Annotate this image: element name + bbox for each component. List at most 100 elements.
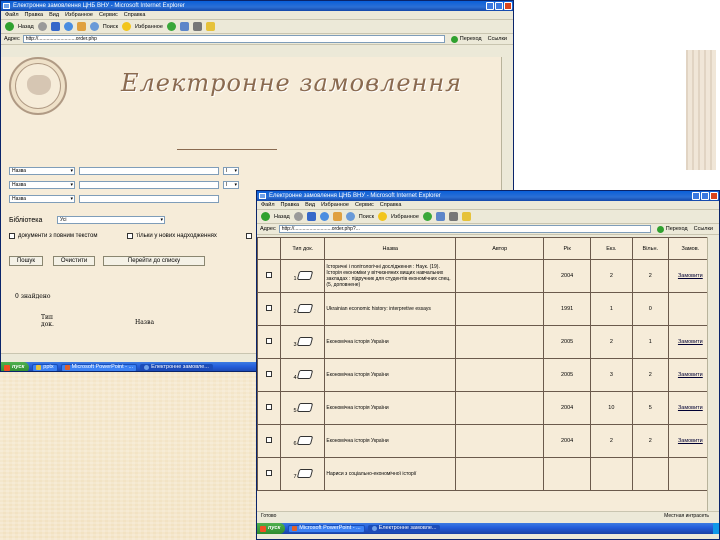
menu-help[interactable]: Справка xyxy=(380,201,402,209)
row-select xyxy=(257,358,282,392)
row-select xyxy=(257,457,282,491)
refresh-icon[interactable] xyxy=(63,22,73,31)
menu-favorites[interactable]: Избранное xyxy=(321,201,349,209)
stop-icon[interactable] xyxy=(50,22,60,31)
search-icon[interactable] xyxy=(345,212,355,221)
table-row: 4 Економічна історія України 2005 3 2 За… xyxy=(257,358,709,392)
favorites-icon[interactable] xyxy=(122,22,132,31)
minimize-button[interactable] xyxy=(486,2,494,10)
row-author xyxy=(454,391,545,425)
folder-icon[interactable] xyxy=(461,212,471,221)
taskbar-item-browser[interactable]: Електронне замовле... xyxy=(367,524,441,533)
back-label[interactable]: Назад xyxy=(274,214,290,220)
clear-button[interactable]: Очистити xyxy=(53,256,95,266)
forward-icon[interactable] xyxy=(37,22,47,31)
back-label[interactable]: Назад xyxy=(18,24,34,30)
maximize-button[interactable] xyxy=(495,2,503,10)
mail-icon[interactable] xyxy=(435,212,445,221)
taskbar-item-powerpoint[interactable]: Microsoft PowerPoint - ... xyxy=(60,363,138,371)
row-free: 0 xyxy=(631,292,669,326)
favorites-label[interactable]: Избранное xyxy=(135,24,163,30)
home-icon[interactable] xyxy=(76,22,86,31)
print-icon[interactable] xyxy=(192,22,202,31)
search-field-select-2[interactable]: Назва xyxy=(9,181,75,189)
search-term-input-3[interactable] xyxy=(79,195,219,203)
results-content: Тип док. Назва Автор Рік Екз. Вільн. Зам… xyxy=(257,237,709,511)
menu-edit[interactable]: Правка xyxy=(25,11,44,19)
minimize-button[interactable] xyxy=(692,192,700,200)
start-button[interactable]: пуск xyxy=(257,523,286,534)
taskbar-item-powerpoint[interactable]: Microsoft PowerPoint - ... xyxy=(288,524,365,533)
order-link[interactable]: Замовити xyxy=(678,405,703,411)
search-field-select-1[interactable]: Назва xyxy=(9,167,75,175)
order-link[interactable]: Замовити xyxy=(678,372,703,378)
taskbar-item-browser[interactable]: Електронне замовле... xyxy=(140,363,213,371)
history-icon[interactable] xyxy=(166,22,176,31)
mail-icon[interactable] xyxy=(179,22,189,31)
menu-favorites[interactable]: Избранное xyxy=(65,11,93,19)
favorites-icon[interactable] xyxy=(378,212,388,221)
system-tray xyxy=(713,523,719,534)
refresh-icon[interactable] xyxy=(319,212,329,221)
go-button[interactable]: Переход xyxy=(654,225,691,233)
back-icon[interactable] xyxy=(5,22,14,31)
menu-view[interactable]: Вид xyxy=(305,201,315,209)
row-checkbox[interactable] xyxy=(266,371,273,377)
address-input[interactable]: http://...........................order.… xyxy=(22,35,445,43)
order-link[interactable]: Замовити xyxy=(678,339,703,345)
taskbar-item-folder[interactable]: pptx xyxy=(32,363,58,371)
folder-icon[interactable] xyxy=(205,22,215,31)
links-label[interactable]: Ссылки xyxy=(694,226,719,232)
row-checkbox[interactable] xyxy=(266,404,273,410)
forward-icon[interactable] xyxy=(293,212,303,221)
search-label[interactable]: Поиск xyxy=(103,24,118,30)
order-link[interactable]: Замовити xyxy=(678,438,703,444)
new-arrivals-checkbox[interactable] xyxy=(127,233,133,239)
search-op-select-2[interactable]: І xyxy=(223,181,239,189)
go-button[interactable]: Переход xyxy=(448,35,485,43)
menu-help[interactable]: Справка xyxy=(124,11,146,19)
window-title-bar[interactable]: Електронне замовлення ЦНБ ВНУ - Microsof… xyxy=(1,1,513,11)
row-checkbox[interactable] xyxy=(266,338,273,344)
ie-icon xyxy=(371,526,377,531)
vertical-scrollbar[interactable] xyxy=(707,237,719,511)
menu-file[interactable]: Файл xyxy=(5,11,19,19)
menu-view[interactable]: Вид xyxy=(49,11,59,19)
menu-tools[interactable]: Сервис xyxy=(99,11,118,19)
search-term-input-1[interactable] xyxy=(79,167,219,175)
close-button[interactable] xyxy=(710,192,718,200)
search-button[interactable]: Пошук xyxy=(9,256,43,266)
home-icon[interactable] xyxy=(332,212,342,221)
search-term-input-2[interactable] xyxy=(79,181,219,189)
row-checkbox[interactable] xyxy=(266,437,273,443)
window-title-bar[interactable]: Електронне замовлення ЦНБ ВНУ - Microsof… xyxy=(257,191,719,201)
fulltext-checkbox[interactable] xyxy=(9,233,15,239)
search-field-select-3[interactable]: Назва xyxy=(9,195,75,203)
back-icon[interactable] xyxy=(261,212,270,221)
library-select[interactable]: Усі xyxy=(57,216,165,224)
row-select xyxy=(257,325,282,359)
close-button[interactable] xyxy=(504,2,512,10)
row-checkbox[interactable] xyxy=(266,470,273,476)
start-button[interactable]: пуск xyxy=(1,362,30,371)
print-icon[interactable] xyxy=(448,212,458,221)
search-icon[interactable] xyxy=(89,22,99,31)
order-link[interactable]: Замовити xyxy=(678,273,703,279)
stop-icon[interactable] xyxy=(306,212,316,221)
menu-tools[interactable]: Сервис xyxy=(355,201,374,209)
goto-list-button[interactable]: Перейти до списку xyxy=(103,256,205,266)
maximize-button[interactable] xyxy=(701,192,709,200)
row-title: Економічна історія України xyxy=(324,358,456,392)
row-checkbox[interactable] xyxy=(266,305,273,311)
header-copies: Екз. xyxy=(589,237,633,260)
history-icon[interactable] xyxy=(422,212,432,221)
extra-checkbox[interactable] xyxy=(246,233,252,239)
address-input[interactable]: http://...........................order.… xyxy=(278,225,651,233)
menu-edit[interactable]: Правка xyxy=(281,201,300,209)
search-label[interactable]: Поиск xyxy=(359,214,374,220)
favorites-label[interactable]: Избранное xyxy=(391,214,419,220)
links-label[interactable]: Ссылки xyxy=(488,36,513,42)
menu-file[interactable]: Файл xyxy=(261,201,275,209)
row-checkbox[interactable] xyxy=(266,272,273,278)
search-op-select-1[interactable]: І xyxy=(223,167,239,175)
